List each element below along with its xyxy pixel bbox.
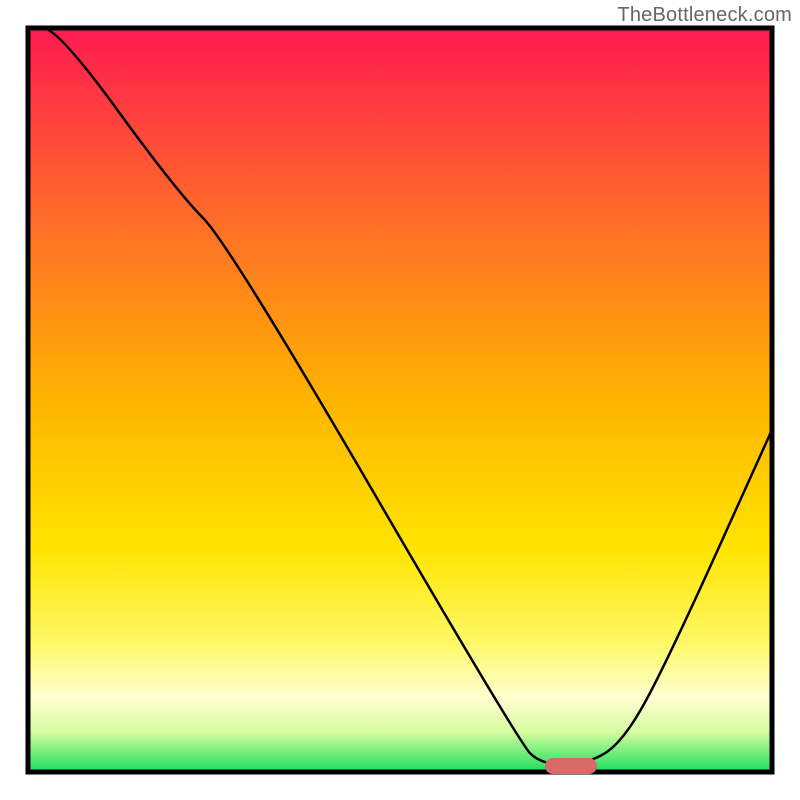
chart-container: TheBottleneck.com bbox=[0, 0, 800, 800]
bottleneck-chart bbox=[0, 0, 800, 800]
watermark-text: TheBottleneck.com bbox=[617, 4, 792, 27]
legend-marker bbox=[545, 758, 597, 774]
